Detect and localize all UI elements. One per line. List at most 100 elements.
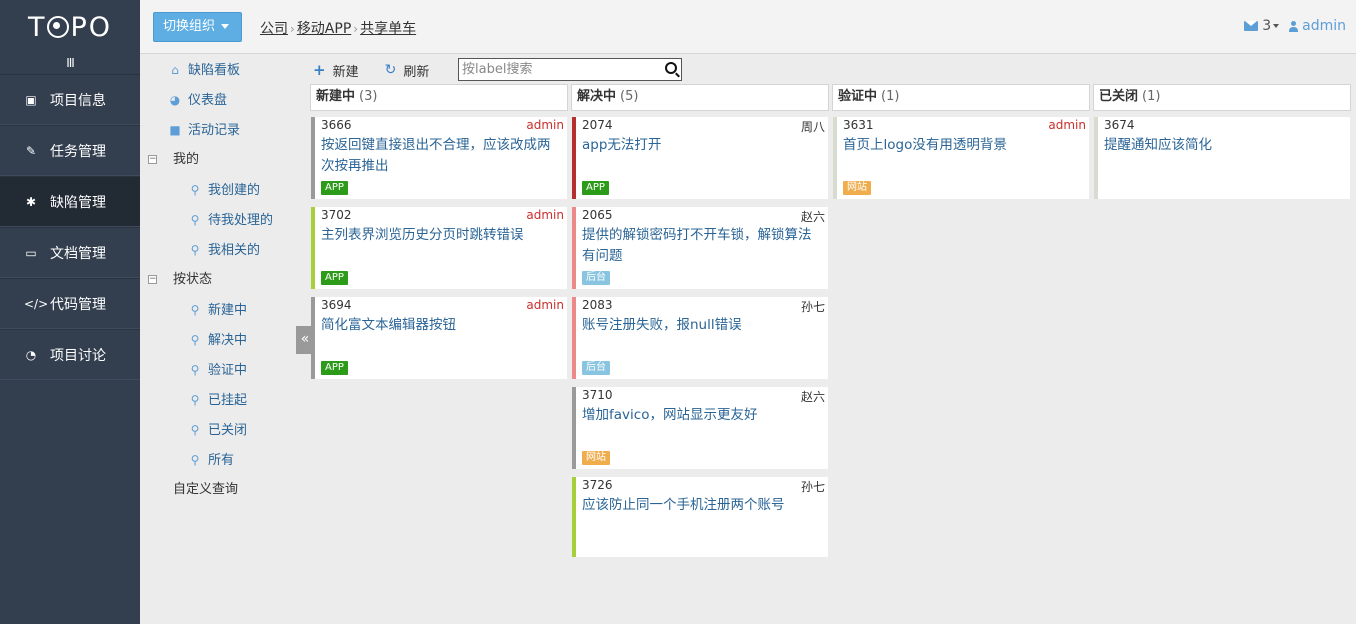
sidebar-item-bugs[interactable]: ✱ 缺陷管理	[0, 176, 140, 227]
tree-node-by-status[interactable]: − 按状态	[148, 270, 212, 290]
bug-card[interactable]: 2074 周八 app无法打开 APP	[572, 117, 828, 199]
bug-title[interactable]: 应该防止同一个手机注册两个账号	[582, 495, 822, 516]
tree-item-status-resolving[interactable]: ⚲ 解决中	[188, 330, 247, 350]
bug-assignee: admin	[526, 208, 564, 222]
bug-card[interactable]: 3702 admin 主列表界浏览历史分页时跳转错误 APP	[311, 207, 567, 289]
bug-card[interactable]: 3631 admin 首页上logo没有用透明背景 网站	[833, 117, 1089, 199]
tree-item-related-to-me[interactable]: ⚲ 我相关的	[188, 240, 260, 260]
bug-card[interactable]: 3726 孙七 应该防止同一个手机注册两个账号	[572, 477, 828, 557]
bug-tag: APP	[321, 361, 348, 375]
sidebar-item-project-info[interactable]: ▣ 项目信息	[0, 74, 140, 125]
bug-title[interactable]: app无法打开	[582, 135, 822, 156]
tree-item-dashboard[interactable]: ◕ 仪表盘	[168, 90, 227, 110]
user-menu[interactable]: admin	[1279, 18, 1346, 34]
bug-title[interactable]: 简化富文本编辑器按钮	[321, 315, 561, 336]
breadcrumb-mobile-app[interactable]: 移动APP	[297, 21, 351, 37]
bug-title[interactable]: 提供的解锁密码打不开车锁，解锁算法有问题	[582, 225, 822, 267]
column-header-resolving: 解决中 (5)	[571, 84, 829, 111]
tree-item-label: 新建中	[208, 303, 248, 318]
tree-item-custom-query[interactable]: 自定义查询	[173, 480, 238, 500]
new-button[interactable]: + 新建	[313, 61, 359, 80]
tree-item-status-new[interactable]: ⚲ 新建中	[188, 300, 247, 320]
bug-title[interactable]: 首页上logo没有用透明背景	[843, 135, 1083, 156]
search-icon: ⚲	[190, 453, 200, 467]
bug-assignee: admin	[1048, 118, 1086, 132]
bug-card[interactable]: 3710 赵六 增加favico，网站显示更友好 网站	[572, 387, 828, 469]
tree-item-label: 所有	[208, 453, 235, 468]
tree-item-status-suspended[interactable]: ⚲ 已挂起	[188, 390, 247, 410]
bug-title[interactable]: 增加favico，网站显示更友好	[582, 405, 822, 426]
search-icon: ⚲	[190, 393, 200, 407]
search-icon[interactable]	[665, 62, 677, 74]
tree-item-assigned-to-me[interactable]: ⚲ 待我处理的	[188, 210, 273, 230]
search-icon: ⚲	[190, 333, 200, 347]
bug-id: 2074	[582, 118, 613, 132]
breadcrumb-bike-sharing[interactable]: 共享单车	[360, 21, 416, 37]
sidebar-item-label: 项目讨论	[50, 347, 106, 364]
collapse-toggle-icon[interactable]: −	[148, 275, 157, 284]
bug-assignee: admin	[526, 298, 564, 312]
dashboard-icon: ◕	[169, 93, 181, 107]
bug-assignee: 周八	[800, 120, 825, 134]
bug-title[interactable]: 主列表界浏览历史分页时跳转错误	[321, 225, 561, 246]
sidebar: T PO III ▣ 项目信息 ✎ 任务管理 ✱ 缺陷管理 ▭ 文档管理 </> …	[0, 0, 140, 624]
bug-card[interactable]: 3694 admin 简化富文本编辑器按钮 APP	[311, 297, 567, 379]
sidebar-collapse-button[interactable]: III	[0, 54, 140, 74]
bug-id: 3702	[321, 208, 352, 222]
tree-item-label: 仪表盘	[188, 93, 228, 108]
tree-item-created-by-me[interactable]: ⚲ 我创建的	[188, 180, 260, 200]
bug-card[interactable]: 2065 赵六 提供的解锁密码打不开车锁，解锁算法有问题 后台	[572, 207, 828, 289]
logo[interactable]: T PO	[0, 0, 140, 54]
bug-assignee: 孙七	[800, 300, 825, 314]
tree-item-activity[interactable]: ■ 活动记录	[168, 120, 240, 140]
sidebar-item-discussion[interactable]: ◔ 项目讨论	[0, 329, 140, 380]
label-search-input[interactable]	[459, 59, 655, 80]
search-icon: ⚲	[190, 303, 200, 317]
bug-tag: 网站	[843, 181, 871, 195]
search-icon: ⚲	[190, 423, 200, 437]
column-title: 已关闭	[1099, 89, 1139, 104]
tree-item-label: 待我处理的	[208, 213, 274, 228]
bug-title[interactable]: 按返回键直接退出不合理，应该改成两次按再推出	[321, 135, 561, 177]
breadcrumb-company[interactable]: 公司	[260, 21, 288, 37]
column-header-closed: 已关闭 (1)	[1093, 84, 1351, 111]
bug-title[interactable]: 账号注册失败，报null错误	[582, 315, 822, 336]
tree-item-label: 验证中	[208, 363, 248, 378]
bug-assignee: 孙七	[800, 480, 825, 494]
bug-assignee: 赵六	[800, 390, 825, 404]
sidebar-item-docs[interactable]: ▭ 文档管理	[0, 227, 140, 278]
home-icon: ⌂	[171, 63, 179, 77]
top-right-area: 3 admin	[1244, 18, 1346, 34]
tree-node-mine[interactable]: − 我的	[148, 150, 199, 170]
sidebar-item-code[interactable]: </> 代码管理	[0, 278, 140, 329]
collapse-toggle-icon[interactable]: −	[148, 155, 157, 164]
bug-id: 2083	[582, 298, 613, 312]
bug-id: 3674	[1104, 118, 1135, 132]
bug-id: 3726	[582, 478, 613, 492]
tree-item-status-verifying[interactable]: ⚲ 验证中	[188, 360, 247, 380]
sidebar-item-label: 代码管理	[50, 296, 106, 313]
tree-item-board[interactable]: ⌂ 缺陷看板	[168, 60, 240, 80]
sidebar-item-tasks[interactable]: ✎ 任务管理	[0, 125, 140, 176]
doc-icon: ▣	[25, 92, 37, 107]
refresh-button[interactable]: ↻ 刷新	[385, 61, 430, 80]
search-icon: ⚲	[190, 183, 200, 197]
tree-item-status-closed[interactable]: ⚲ 已关闭	[188, 420, 247, 440]
bug-card[interactable]: 2083 孙七 账号注册失败，报null错误 后台	[572, 297, 828, 379]
refresh-button-label: 刷新	[403, 64, 430, 80]
bug-card[interactable]: 3674 提醒通知应该简化	[1094, 117, 1350, 199]
search-icon: ⚲	[190, 213, 200, 227]
bug-id: 3694	[321, 298, 352, 312]
bug-tag: 网站	[582, 451, 610, 465]
tree-item-status-all[interactable]: ⚲ 所有	[188, 450, 234, 470]
bug-id: 2065	[582, 208, 613, 222]
sidebar-item-label: 任务管理	[50, 143, 106, 160]
bug-tag: APP	[321, 271, 348, 285]
bug-id: 3666	[321, 118, 352, 132]
bug-card[interactable]: 3666 admin 按返回键直接退出不合理，应该改成两次按再推出 APP	[311, 117, 567, 199]
chevron-right-icon: ›	[290, 22, 295, 36]
bug-title[interactable]: 提醒通知应该简化	[1104, 135, 1344, 156]
switch-org-button[interactable]: 切换组织	[153, 12, 242, 42]
messages-menu[interactable]: 3	[1244, 18, 1280, 34]
bug-tag: APP	[582, 181, 609, 195]
